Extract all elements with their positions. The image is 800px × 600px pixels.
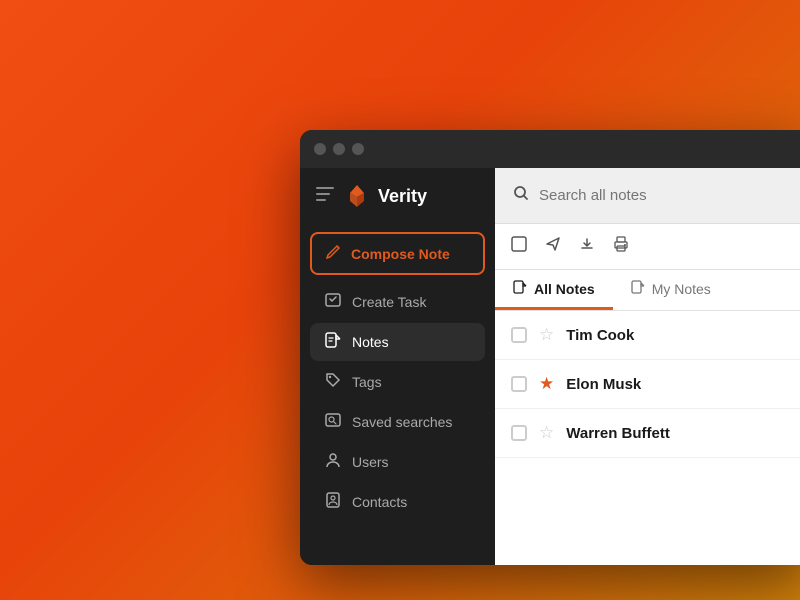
note-item-warren-buffett[interactable]: ☆ Warren Buffett	[495, 409, 800, 458]
search-bar	[495, 168, 800, 224]
users-icon	[324, 452, 342, 472]
note-star-elon-musk[interactable]: ★	[539, 374, 554, 394]
tags-icon	[324, 372, 342, 392]
note-checkbox-elon-musk[interactable]	[511, 376, 527, 392]
tabs-bar: All Notes My Notes	[495, 270, 800, 311]
toolbar	[495, 224, 800, 270]
my-notes-tab-icon	[631, 280, 645, 297]
app-window: Verity Compose Note	[300, 130, 800, 565]
send-icon[interactable]	[545, 236, 561, 257]
search-input[interactable]	[539, 187, 792, 204]
note-checkbox-warren-buffett[interactable]	[511, 425, 527, 441]
traffic-light-minimize[interactable]	[333, 143, 345, 155]
sidebar-nav: Compose Note Create Task	[300, 224, 495, 529]
print-icon[interactable]	[613, 236, 629, 257]
note-name-tim-cook: Tim Cook	[566, 327, 634, 344]
note-name-elon-musk: Elon Musk	[566, 376, 641, 393]
saved-searches-icon	[324, 412, 342, 432]
title-bar	[300, 130, 800, 168]
traffic-light-maximize[interactable]	[352, 143, 364, 155]
tab-my-notes-label: My Notes	[652, 281, 711, 297]
compose-icon	[326, 244, 341, 263]
saved-searches-label: Saved searches	[352, 414, 452, 430]
note-item-tim-cook[interactable]: ☆ Tim Cook	[495, 311, 800, 360]
notes-icon	[324, 332, 342, 352]
sidebar-header: Verity	[300, 168, 495, 224]
contacts-icon	[324, 492, 342, 512]
notes-list: ☆ Tim Cook ★ Elon Musk ☆ Warren Buffett	[495, 311, 800, 565]
users-label: Users	[352, 454, 389, 470]
all-notes-tab-icon	[513, 280, 527, 297]
note-checkbox-tim-cook[interactable]	[511, 327, 527, 343]
select-all-checkbox[interactable]	[511, 236, 527, 257]
main-layout: Verity Compose Note	[300, 168, 800, 565]
tab-all-notes-label: All Notes	[534, 281, 595, 297]
create-task-icon	[324, 292, 342, 312]
compose-button[interactable]: Compose Note	[310, 232, 485, 275]
sidebar-item-saved-searches[interactable]: Saved searches	[310, 403, 485, 441]
note-name-warren-buffett: Warren Buffett	[566, 425, 670, 442]
traffic-lights	[314, 143, 364, 155]
tab-my-notes[interactable]: My Notes	[613, 270, 729, 310]
notes-label: Notes	[352, 334, 389, 350]
create-task-label: Create Task	[352, 294, 426, 310]
search-icon	[513, 185, 529, 206]
app-title: Verity	[378, 186, 427, 207]
content-panel: All Notes My Notes	[495, 168, 800, 565]
sidebar-item-tags[interactable]: Tags	[310, 363, 485, 401]
sidebar: Verity Compose Note	[300, 168, 495, 565]
sidebar-item-contacts[interactable]: Contacts	[310, 483, 485, 521]
menu-icon[interactable]	[316, 187, 334, 206]
sidebar-item-notes[interactable]: Notes	[310, 323, 485, 361]
contacts-label: Contacts	[352, 494, 407, 510]
sidebar-item-create-task[interactable]: Create Task	[310, 283, 485, 321]
logo-area: Verity	[344, 183, 427, 209]
download-icon[interactable]	[579, 236, 595, 257]
traffic-light-close[interactable]	[314, 143, 326, 155]
tags-label: Tags	[352, 374, 382, 390]
note-item-elon-musk[interactable]: ★ Elon Musk	[495, 360, 800, 409]
note-star-tim-cook[interactable]: ☆	[539, 325, 554, 345]
logo-icon	[344, 183, 370, 209]
tab-all-notes[interactable]: All Notes	[495, 270, 613, 310]
note-star-warren-buffett[interactable]: ☆	[539, 423, 554, 443]
sidebar-item-users[interactable]: Users	[310, 443, 485, 481]
compose-label: Compose Note	[351, 246, 450, 262]
